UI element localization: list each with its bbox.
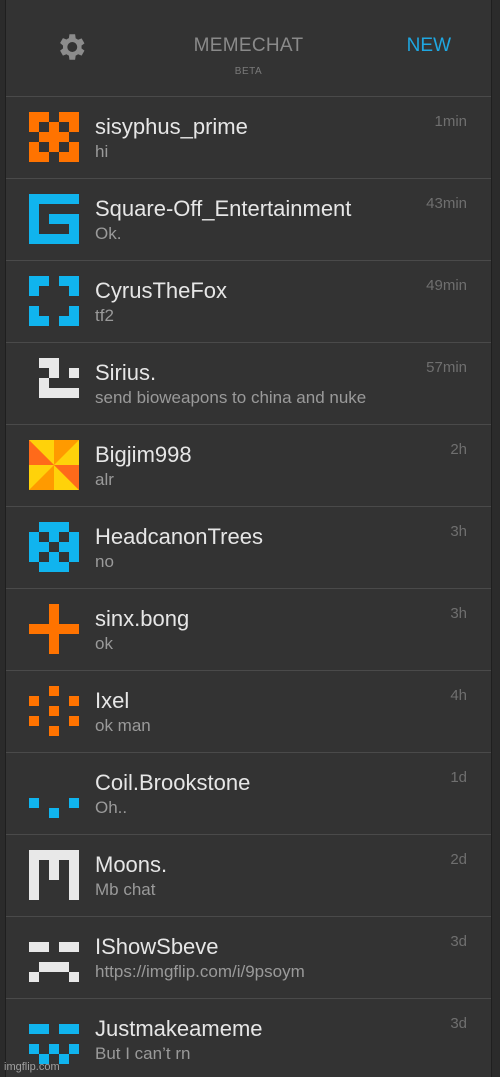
blue-pixel-avatar (29, 1024, 79, 1064)
chat-time: 2h (450, 441, 467, 458)
chat-item[interactable]: Square-Off_Entertainment Ok. 43min (6, 179, 491, 261)
white-pixel-avatar (29, 850, 79, 900)
white-pixel-avatar (39, 358, 79, 398)
chat-item[interactable]: sisyphus_prime hi 1min (6, 97, 491, 179)
chat-time: 2d (450, 851, 467, 868)
chat-time: 1min (434, 113, 467, 130)
chat-last-message: ok (95, 634, 113, 653)
chat-last-message: ok man (95, 716, 151, 735)
chat-last-message: alr (95, 470, 114, 489)
chat-item[interactable]: IShowSbeve https://imgflip.com/i/9psoym … (6, 917, 491, 999)
blue-pixel-avatar (29, 522, 79, 572)
chat-name: Justmakeameme (95, 1016, 263, 1041)
orange-pixel-avatar (29, 112, 79, 162)
chat-time: 49min (426, 277, 467, 294)
chat-time: 43min (426, 195, 467, 212)
chat-last-message: Mb chat (95, 880, 156, 899)
chat-item[interactable]: Ixel ok man 4h (6, 671, 491, 753)
chat-last-message: Oh.. (95, 798, 128, 817)
chat-time: 3d (450, 1015, 467, 1032)
blue-pixel-avatar (29, 276, 79, 326)
chat-name: sisyphus_prime (95, 114, 248, 139)
chat-name: Sirius. (95, 360, 157, 385)
chat-time: 57min (426, 359, 467, 376)
chat-name: Bigjim998 (95, 442, 192, 467)
chat-item[interactable]: CyrusTheFox tf2 49min (6, 261, 491, 343)
chat-last-message: But I can’t rn (95, 1044, 191, 1063)
chat-item[interactable]: Justmakeameme But I can’t rn 3d (6, 999, 491, 1077)
chat-last-message: https://imgflip.com/i/9psoym (95, 962, 305, 981)
watermark: imgflip.com (4, 1061, 60, 1073)
chat-name: HeadcanonTrees (95, 524, 263, 549)
chat-item[interactable]: Bigjim998 alr 2h (6, 425, 491, 507)
chat-name: IShowSbeve (95, 934, 219, 959)
chat-last-message: tf2 (95, 306, 114, 325)
chat-time: 1d (450, 769, 467, 786)
blue-pixel-avatar (29, 798, 79, 818)
chat-panel: MEMECHAT BETA NEW sisyphus_prime hi 1min (5, 0, 492, 1077)
chat-last-message: hi (95, 142, 109, 161)
new-chat-button[interactable]: NEW (407, 35, 451, 57)
chat-name: Square-Off_Entertainment (95, 196, 352, 221)
chat-time: 4h (450, 687, 467, 704)
chat-last-message: Ok. (95, 224, 122, 243)
chat-name: Moons. (95, 852, 168, 877)
chat-item[interactable]: Moons. Mb chat 2d (6, 835, 491, 917)
chat-time: 3d (450, 933, 467, 950)
chat-time: 3h (450, 605, 467, 622)
chat-item[interactable]: HeadcanonTrees no 3h (6, 507, 491, 589)
chat-last-message: send bioweapons to china and nuke (95, 388, 367, 407)
pinwheel-avatar (29, 440, 79, 490)
chat-last-message: no (95, 552, 114, 571)
beta-label: BETA (234, 66, 263, 77)
orange-pixel-avatar (29, 686, 79, 736)
chat-header: MEMECHAT BETA NEW (6, 0, 491, 97)
chat-time: 3h (450, 523, 467, 540)
white-pixel-avatar (29, 942, 79, 982)
chat-item[interactable]: Coil.Brookstone Oh.. 1d (6, 753, 491, 835)
chat-item[interactable]: sinx.bong ok 3h (6, 589, 491, 671)
chat-name: sinx.bong (95, 606, 190, 631)
chat-list: sisyphus_prime hi 1min Square-Off_Entert… (6, 97, 491, 1077)
orange-pixel-avatar (29, 604, 79, 654)
chat-name: Coil.Brookstone (95, 770, 251, 795)
blue-pixel-avatar (29, 194, 79, 244)
chat-name: CyrusTheFox (95, 278, 228, 303)
chat-item[interactable]: Sirius. send bioweapons to china and nuk… (6, 343, 491, 425)
chat-name: Ixel (95, 688, 130, 713)
